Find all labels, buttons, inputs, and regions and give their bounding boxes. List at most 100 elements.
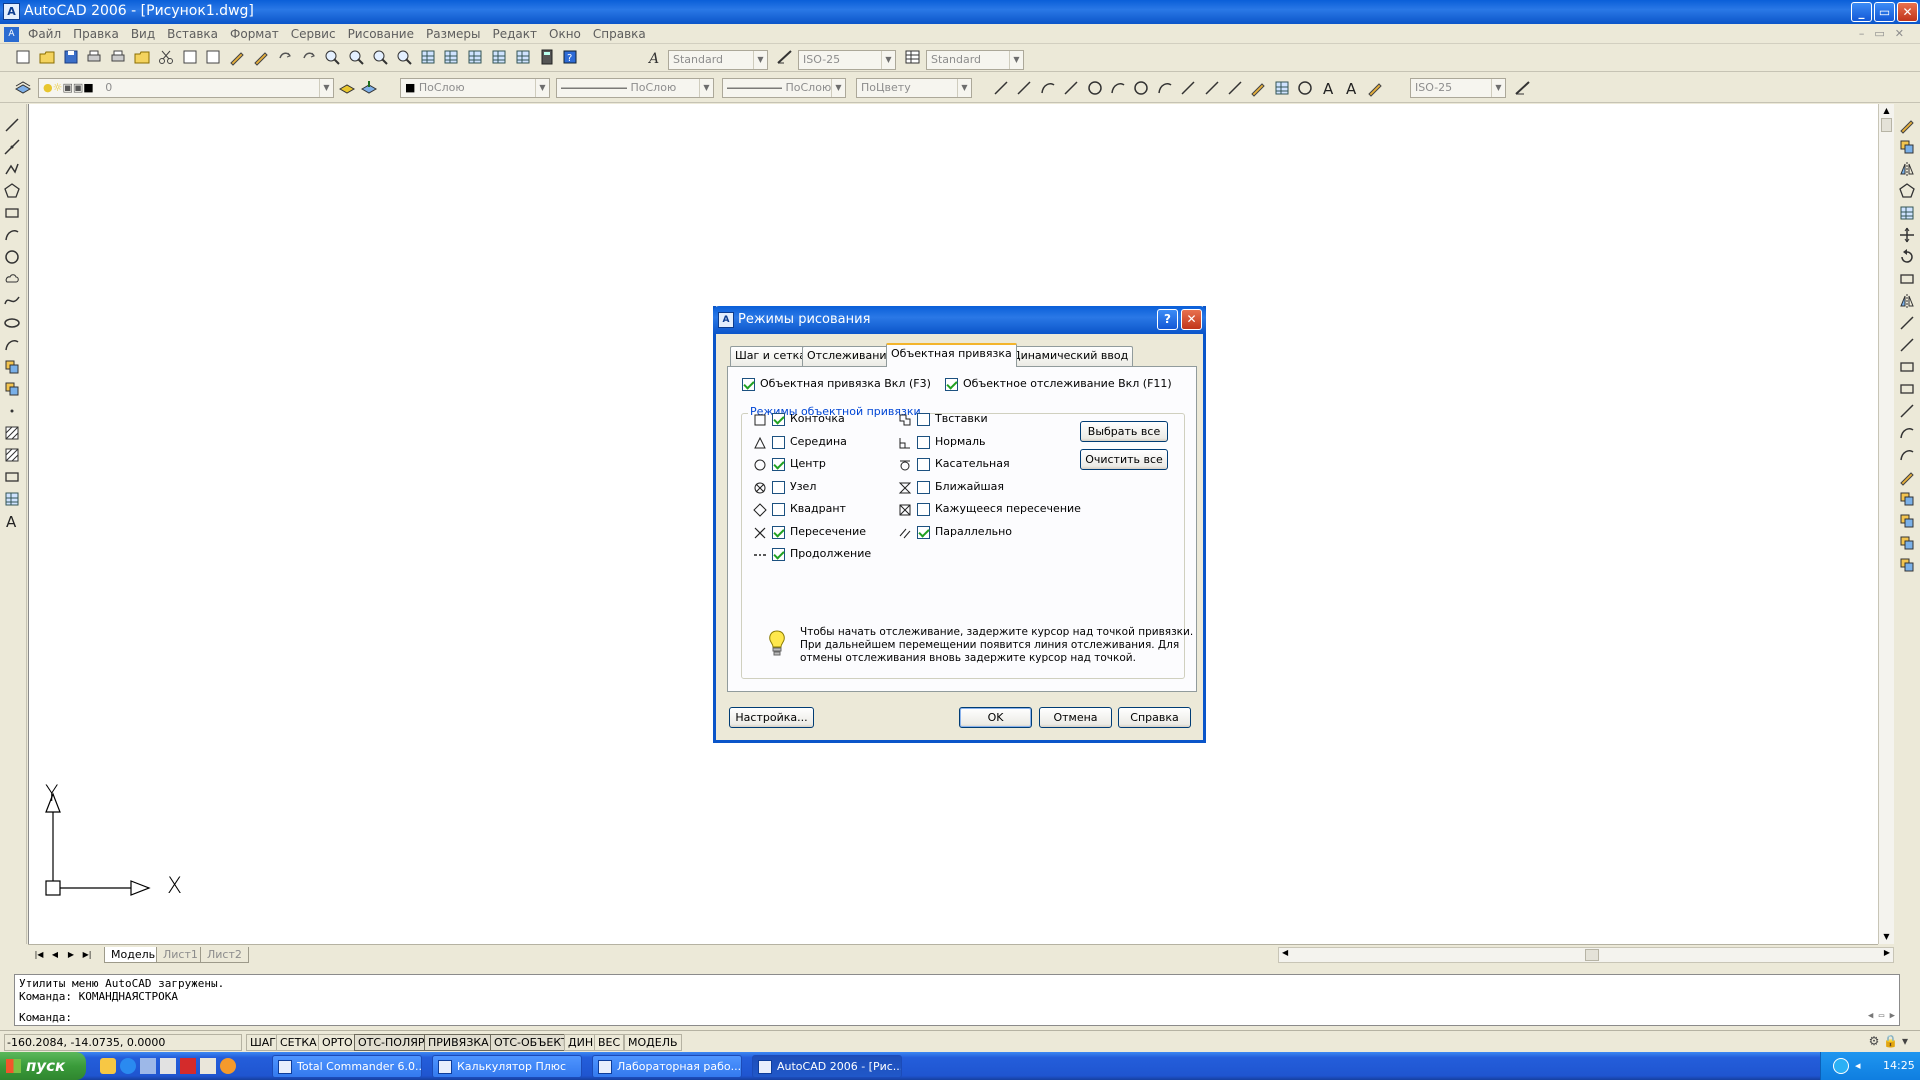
status-toggle-7[interactable]: ВЕС — [594, 1034, 625, 1051]
status-toggle-4[interactable]: ПРИВЯЗКА — [424, 1034, 493, 1051]
ellipse-arc-icon[interactable] — [3, 336, 21, 354]
dim-edit-icon[interactable]: A — [1320, 79, 1338, 98]
last-tab-icon[interactable]: ▶| — [80, 948, 94, 962]
lineweight-combo[interactable]: ――――― ПоСлою ▼ — [722, 78, 846, 98]
copy-object-icon[interactable] — [1898, 138, 1916, 156]
restore-button[interactable]: ▭ — [1874, 2, 1895, 22]
snap-mode-checkbox[interactable] — [917, 435, 930, 449]
dim-jogged-icon[interactable] — [1109, 79, 1127, 97]
array-icon[interactable] — [1898, 204, 1916, 222]
tab-layout1[interactable]: Лист1 — [156, 947, 205, 963]
status-toggle-8[interactable]: МОДЕЛЬ — [624, 1034, 682, 1051]
multiline-text-icon[interactable]: A — [3, 512, 21, 531]
plotstyle-combo[interactable]: ПоЦвету ▼ — [856, 78, 972, 98]
dim-update-icon[interactable] — [1514, 79, 1532, 97]
sheet-set-icon[interactable] — [490, 48, 508, 66]
extend-icon[interactable] — [1898, 336, 1916, 354]
dim-style-combo-2[interactable]: ISO-25 ▼ — [1410, 78, 1506, 98]
snap-mode-checkbox[interactable] — [917, 503, 930, 516]
snap-mode-checkbox[interactable] — [772, 503, 785, 516]
next-tab-icon[interactable]: ▶ — [64, 948, 78, 962]
cut-icon[interactable] — [157, 48, 175, 66]
menu-modify[interactable]: Редакт — [487, 27, 544, 41]
open-icon[interactable] — [38, 48, 56, 66]
desktop-icon[interactable] — [140, 1058, 156, 1074]
new-icon[interactable] — [14, 48, 32, 66]
menu-view[interactable]: Вид — [125, 27, 161, 41]
snap-mode-checkbox[interactable] — [772, 525, 785, 539]
scale-icon[interactable] — [1898, 270, 1916, 288]
dialog-help-button[interactable]: ? — [1157, 309, 1178, 330]
snap-mode-checkbox[interactable] — [917, 480, 930, 494]
help-button[interactable]: Справка — [1118, 707, 1191, 728]
menu-format[interactable]: Формат — [224, 27, 285, 41]
snap-mode-checkbox[interactable] — [917, 525, 930, 539]
cancel-button[interactable]: Отмена — [1039, 707, 1112, 728]
dim-radius-icon[interactable] — [1086, 79, 1104, 97]
erase-icon[interactable] — [1898, 116, 1916, 134]
ie-icon[interactable] — [120, 1058, 136, 1074]
region-icon[interactable] — [3, 468, 21, 486]
plot-preview-icon[interactable] — [109, 48, 127, 66]
dim-baseline-icon[interactable] — [1203, 79, 1221, 97]
tab-layout2[interactable]: Лист2 — [200, 947, 249, 963]
horizontal-scrollbar[interactable]: ◀ ▶ — [1278, 947, 1894, 963]
tab-object-snap[interactable]: Объектная привязка — [886, 343, 1017, 367]
save-icon[interactable] — [62, 48, 80, 66]
join-icon[interactable] — [1898, 402, 1916, 420]
status-toggle-6[interactable]: ДИН — [564, 1034, 598, 1051]
snap-mode-checkbox[interactable] — [772, 548, 785, 561]
dim-aligned-icon[interactable] — [1015, 79, 1033, 97]
scroll-down-icon[interactable]: ▼ — [1881, 932, 1892, 942]
ellipse-icon[interactable] — [3, 314, 21, 332]
clear-all-button[interactable]: Очистить все — [1080, 449, 1168, 470]
line-icon[interactable] — [3, 116, 21, 134]
tray-arrow-icon[interactable]: ◂ — [1855, 1059, 1861, 1072]
horizontal-scroll-thumb[interactable] — [1585, 949, 1599, 961]
close-button[interactable]: ✕ — [1897, 2, 1918, 22]
minimize-button[interactable]: _ — [1851, 2, 1872, 22]
dim-diameter-icon[interactable] — [1132, 79, 1150, 97]
center-mark-icon[interactable] — [1296, 79, 1314, 97]
dim-style-combo[interactable]: ISO-25 ▼ — [798, 50, 896, 70]
snap-mode-checkbox[interactable] — [772, 458, 785, 471]
dim-arc-icon[interactable] — [1039, 79, 1057, 97]
osnap-on-checkbox[interactable] — [742, 378, 755, 391]
text-style-icon[interactable]: A — [646, 48, 664, 67]
polyline-icon[interactable] — [3, 160, 21, 178]
zoom-realtime-icon[interactable] — [347, 48, 365, 66]
snap-mode-checkbox[interactable] — [772, 413, 785, 426]
table-style-icon[interactable] — [904, 48, 922, 66]
document-window-controls[interactable]: –▭✕ — [1859, 27, 1914, 40]
draworder-back-icon[interactable] — [1898, 512, 1916, 530]
revision-cloud-icon[interactable] — [3, 270, 21, 288]
pan-icon[interactable] — [323, 48, 341, 66]
spline-icon[interactable] — [3, 292, 21, 310]
dim-linear-icon[interactable] — [992, 79, 1010, 97]
start-button[interactable]: пуск — [0, 1052, 86, 1080]
construction-line-icon[interactable] — [3, 138, 21, 156]
menu-edit[interactable]: Правка — [67, 27, 125, 41]
polygon-icon[interactable] — [3, 182, 21, 200]
paste-icon[interactable] — [204, 48, 222, 66]
make-current-layer-icon[interactable] — [338, 79, 356, 97]
markup-icon[interactable] — [514, 48, 532, 66]
draworder-under-icon[interactable] — [1898, 556, 1916, 574]
block-editor-icon[interactable] — [252, 48, 270, 66]
command-scroll-icon[interactable]: ◀ ▭ ▶ — [1868, 1011, 1895, 1021]
quicklaunch-icon[interactable] — [100, 1058, 116, 1074]
dim-angular-icon[interactable] — [1156, 79, 1174, 97]
explode-icon[interactable] — [1898, 468, 1916, 486]
status-toggle-1[interactable]: СЕТКА — [276, 1034, 321, 1051]
text-style-combo[interactable]: Standard ▼ — [668, 50, 768, 70]
help-icon[interactable]: ? — [561, 48, 579, 66]
arc-icon[interactable] — [3, 226, 21, 244]
print-icon[interactable] — [85, 48, 103, 66]
tolerance-icon[interactable] — [1273, 79, 1291, 97]
tab-model[interactable]: Модель — [104, 947, 163, 963]
scroll-up-icon[interactable]: ▲ — [1881, 106, 1892, 116]
otrack-on-checkbox[interactable] — [945, 378, 958, 391]
zoom-window-icon[interactable] — [371, 48, 389, 66]
prev-tab-icon[interactable]: ◀ — [48, 948, 62, 962]
dialog-close-button[interactable]: ✕ — [1181, 309, 1202, 330]
